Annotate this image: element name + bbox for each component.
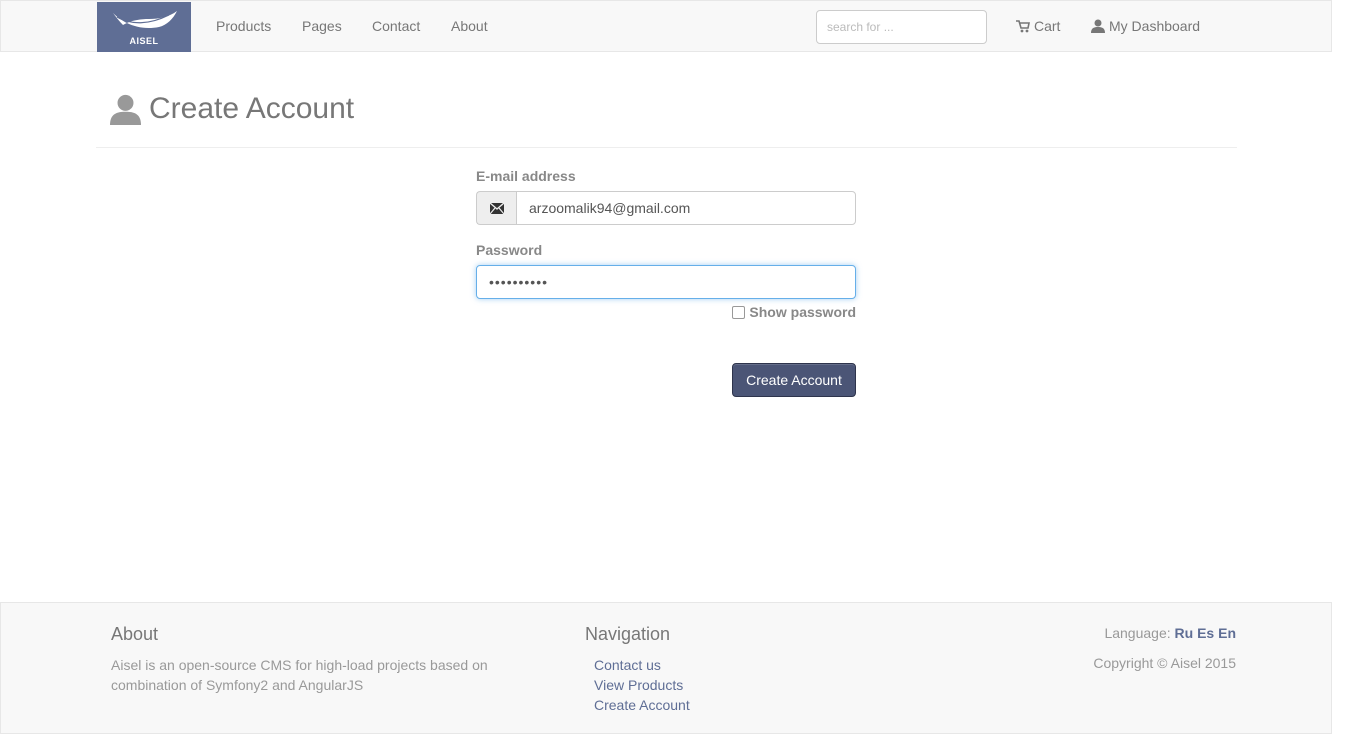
nav-products[interactable]: Products [216, 18, 271, 34]
envelope-icon [489, 202, 504, 214]
lang-es[interactable]: Es [1197, 625, 1214, 641]
footer-link-contact[interactable]: Contact us [594, 655, 690, 675]
lang-en[interactable]: En [1218, 625, 1236, 641]
nav-about[interactable]: About [451, 18, 488, 34]
show-password-toggle[interactable]: Show password [476, 304, 856, 320]
top-navbar: AISEL Products Pages Contact About Cart … [0, 0, 1332, 52]
cart-label: Cart [1034, 18, 1061, 34]
footer-nav-list: Contact us View Products Create Account [594, 655, 690, 715]
footer-link-products[interactable]: View Products [594, 675, 690, 695]
email-label: E-mail address [476, 168, 576, 184]
copyright: Copyright © Aisel 2015 [1093, 655, 1236, 671]
footer: About Aisel is an open-source CMS for hi… [0, 602, 1332, 734]
dashboard-label: My Dashboard [1109, 18, 1201, 34]
brand-logo[interactable]: AISEL [97, 2, 191, 52]
brand-name: AISEL [129, 35, 159, 46]
dashboard-link[interactable]: My Dashboard [1091, 18, 1200, 34]
footer-about-heading: About [111, 624, 159, 644]
create-account-button[interactable]: Create Account [732, 363, 856, 397]
lang-ru[interactable]: Ru [1175, 625, 1194, 641]
email-addon [476, 191, 516, 225]
password-label: Password [476, 242, 543, 258]
footer-nav-heading: Navigation [585, 624, 671, 644]
page-header: Create Account [110, 92, 354, 126]
show-password-checkbox[interactable] [732, 305, 746, 319]
email-field[interactable] [516, 191, 856, 225]
header-divider [96, 147, 1237, 148]
password-field[interactable] [476, 265, 856, 299]
cart-link[interactable]: Cart [1016, 18, 1060, 34]
nav-pages[interactable]: Pages [302, 18, 342, 34]
page-title: Create Account [149, 92, 355, 125]
show-password-label: Show password [749, 304, 856, 320]
search-input[interactable] [816, 10, 987, 44]
user-icon [1091, 19, 1105, 33]
nav-contact[interactable]: Contact [372, 18, 420, 34]
footer-about-text: Aisel is an open-source CMS for high-loa… [111, 657, 488, 693]
create-account-form: E-mail address Password Show password [476, 168, 856, 320]
language-switcher: Language: Ru Es En [1104, 625, 1236, 641]
language-label: Language: [1104, 625, 1171, 641]
footer-link-create-account[interactable]: Create Account [594, 695, 690, 715]
email-input-group [476, 191, 856, 225]
cart-icon [1016, 19, 1030, 32]
feather-logo-icon [113, 10, 177, 28]
user-icon [110, 94, 141, 125]
